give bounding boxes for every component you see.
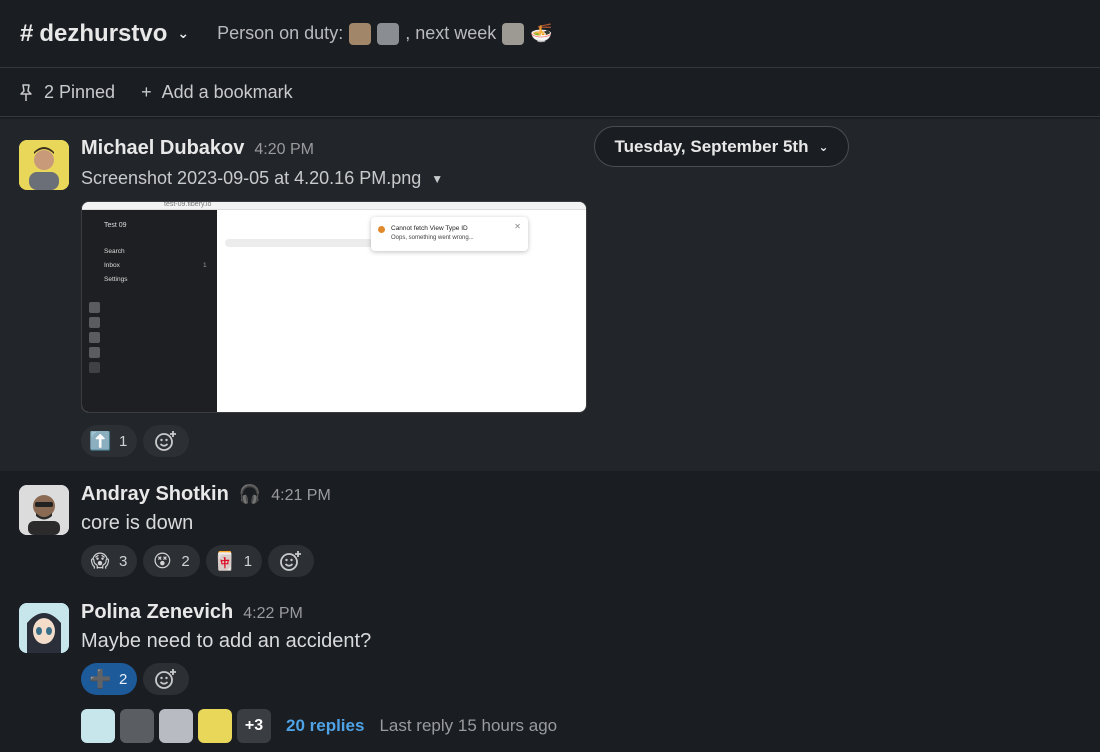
reactions: 😱 3 😵 2 🀄 1	[81, 545, 1100, 577]
add-reaction-button[interactable]	[143, 425, 190, 457]
message: Andray Shotkin 🎧 4:21 PM core is down 😱 …	[0, 471, 1100, 589]
toast-body: Oops, something went wrong...	[391, 235, 474, 241]
file-title[interactable]: Screenshot 2023-09-05 at 4.20.16 PM.png …	[81, 168, 1100, 189]
add-bookmark-label: Add a bookmark	[161, 82, 293, 102]
screenshot-space-icon	[89, 302, 100, 313]
screenshot-attachment[interactable]: test-09.fibery.io Test 09 Search Inbox 1…	[81, 201, 587, 413]
screenshot-url: test-09.fibery.io	[164, 201, 212, 208]
avatar[interactable]	[19, 485, 69, 535]
reaction-count: 1	[119, 432, 128, 450]
thread-avatar	[159, 709, 193, 743]
toast-title: Cannot fetch View Type ID	[391, 225, 468, 232]
screenshot-nav-inbox: Inbox	[104, 262, 120, 269]
avatar-image	[19, 485, 69, 535]
duty-avatar-1	[349, 22, 372, 45]
screenshot-workspace: Test 09	[104, 222, 127, 229]
pinned-button[interactable]: 2 Pinned	[18, 82, 115, 103]
topic-prefix: Person on duty:	[217, 23, 344, 43]
channel-topic: Person on duty: , next week 🍜	[217, 22, 553, 45]
headphones-icon: 🎧	[238, 484, 262, 504]
add-reaction-button[interactable]	[268, 545, 315, 577]
reaction[interactable]: 😱 3	[81, 545, 138, 577]
thread-more-count: +3	[237, 709, 271, 743]
chevron-down-icon: ⌄	[177, 25, 190, 41]
reaction-count: 2	[181, 552, 190, 570]
reaction-count: 1	[243, 552, 253, 570]
file-name: Screenshot 2023-09-05 at 4.20.16 PM.png	[81, 168, 422, 188]
caret-down-icon[interactable]: ▼	[431, 172, 443, 186]
pinned-label: 2 Pinned	[44, 82, 116, 102]
scream-emoji-icon: 😱	[90, 550, 110, 571]
ramen-icon: 🍜	[530, 23, 553, 43]
timestamp[interactable]: 4:21 PM	[271, 487, 331, 505]
screenshot-space-icon	[89, 347, 100, 358]
reaction-count: 2	[119, 670, 128, 688]
channel-hash: #	[20, 19, 34, 47]
plus-icon: +	[141, 82, 152, 102]
avatar-image	[19, 603, 69, 653]
custom-emoji-icon: 🀄	[213, 550, 237, 571]
reactions: ➕ 2	[81, 663, 1100, 695]
screenshot-nav-search: Search	[104, 248, 125, 255]
reaction[interactable]: 🀄 1	[205, 545, 263, 577]
message: Michael Dubakov 4:20 PM Screenshot 2023-…	[0, 119, 1100, 471]
message-text: core is down	[81, 512, 194, 534]
reaction[interactable]: ➕ 2	[81, 663, 138, 695]
screenshot-loading-bar	[225, 239, 375, 247]
date-divider-button[interactable]: Tuesday, September 5th ⌄	[594, 126, 849, 167]
screenshot-space-icon	[89, 362, 100, 373]
topic-middle: , next week	[405, 23, 497, 43]
up-arrow-emoji-icon: ⬆️	[89, 430, 112, 451]
plus-emoji-icon: ➕	[89, 668, 112, 689]
screenshot-space-icon	[89, 332, 100, 343]
replies-link[interactable]: 20 replies	[286, 716, 364, 736]
pin-icon	[20, 83, 32, 101]
avatar[interactable]	[19, 603, 69, 653]
message-text: Maybe need to add an accident?	[81, 630, 372, 652]
dizzy-face-emoji-icon: 😵	[152, 550, 172, 571]
message: Polina Zenevich 4:22 PM Maybe need to ad…	[0, 589, 1100, 751]
avatar-image	[19, 140, 69, 190]
author-name[interactable]: Michael Dubakov	[81, 137, 244, 160]
author-name[interactable]: Andray Shotkin	[81, 483, 229, 506]
chevron-down-icon: ⌄	[818, 139, 829, 154]
message-list: Michael Dubakov 4:20 PM Screenshot 2023-…	[0, 119, 1100, 751]
channel-name: dezhurstvo	[39, 19, 168, 47]
thread-avatar	[120, 709, 154, 743]
duty-avatar-2	[377, 22, 400, 45]
add-reaction-icon	[280, 551, 302, 571]
thread-avatar	[198, 709, 232, 743]
screenshot-nav-settings: Settings	[104, 276, 128, 283]
error-icon	[378, 226, 385, 233]
close-icon: ✕	[514, 222, 521, 231]
thread-summary[interactable]: +3 20 replies Last reply 15 hours ago	[81, 709, 1100, 743]
browser-bar: test-09.fibery.io	[82, 202, 586, 210]
date-label: Tuesday, September 5th	[614, 136, 809, 156]
timestamp[interactable]: 4:22 PM	[243, 605, 303, 623]
add-reaction-icon	[155, 669, 177, 689]
add-reaction-icon	[155, 431, 177, 451]
screenshot-sidebar: Test 09 Search Inbox 1 Settings	[82, 210, 217, 412]
channel-name-button[interactable]: # dezhurstvo ⌄	[20, 20, 189, 48]
reactions: ⬆️ 1	[81, 425, 1100, 457]
screenshot-space-icon	[89, 317, 100, 328]
reaction[interactable]: ⬆️ 1	[81, 425, 138, 457]
add-bookmark-button[interactable]: + Add a bookmark	[141, 82, 293, 103]
avatar[interactable]	[19, 140, 69, 190]
bookmarks-bar: 2 Pinned + Add a bookmark	[0, 69, 1100, 117]
channel-header: # dezhurstvo ⌄ Person on duty: , next we…	[0, 0, 1100, 68]
author-name[interactable]: Polina Zenevich	[81, 601, 233, 624]
screenshot-inbox-count: 1	[203, 262, 207, 269]
screenshot-error-toast: Cannot fetch View Type ID Oops, somethin…	[371, 217, 528, 251]
timestamp[interactable]: 4:20 PM	[254, 141, 314, 159]
reaction[interactable]: 😵 2	[143, 545, 200, 577]
next-week-avatar	[502, 22, 525, 45]
thread-avatar	[81, 709, 115, 743]
last-reply-text: Last reply 15 hours ago	[379, 716, 558, 735]
add-reaction-button[interactable]	[143, 663, 190, 695]
reaction-count: 3	[119, 552, 128, 570]
